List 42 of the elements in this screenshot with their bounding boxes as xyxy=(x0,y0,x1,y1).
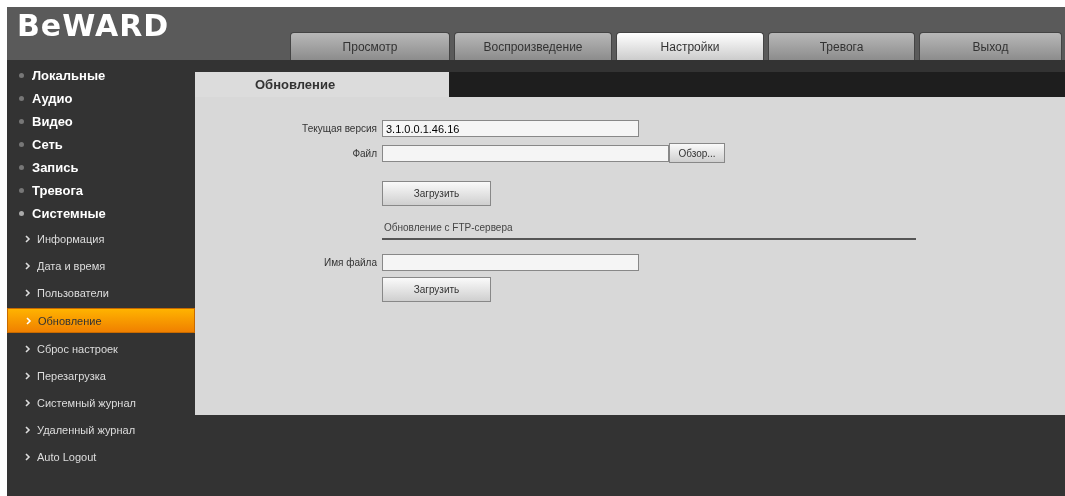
nav-tab[interactable]: Тревога xyxy=(768,32,915,60)
nav-tab[interactable]: Просмотр xyxy=(290,32,450,60)
sidebar-item[interactable]: Запись xyxy=(7,156,195,179)
sidebar-subitem[interactable]: Перезагрузка xyxy=(7,364,195,387)
sidebar-subitem[interactable]: Дата и время xyxy=(7,254,195,277)
sidebar-item[interactable]: Сеть xyxy=(7,133,195,156)
sidebar-item[interactable]: Аудио xyxy=(7,87,195,110)
sidebar-subitem[interactable]: Обновление xyxy=(7,308,195,333)
sidebar-subitem[interactable]: Auto Logout xyxy=(7,445,195,468)
field-label: Текущая версия xyxy=(301,123,378,134)
sidebar-item[interactable]: Видео xyxy=(7,110,195,133)
page-tab[interactable]: Обновление xyxy=(195,72,449,97)
brand-logo: BeWARD xyxy=(17,8,171,43)
upload-button[interactable]: Загрузить xyxy=(382,277,491,302)
file-name-field[interactable] xyxy=(382,254,639,271)
chevron-icon xyxy=(25,425,31,434)
chevron-icon xyxy=(26,316,32,325)
sidebar-subitem[interactable]: Системный журнал xyxy=(7,391,195,414)
field-label: Файл xyxy=(351,147,378,159)
chevron-icon xyxy=(25,452,31,461)
chevron-icon xyxy=(25,398,31,407)
browse-button[interactable]: Обзор... xyxy=(669,143,725,163)
nav-tab[interactable]: Выход xyxy=(919,32,1062,60)
sidebar-subitem[interactable]: Удаленный журнал xyxy=(7,418,195,441)
upload-button[interactable]: Загрузить xyxy=(382,181,491,206)
version-field[interactable]: 3.1.0.0.1.46.16 xyxy=(382,120,639,137)
field-label: Имя файла xyxy=(322,257,378,268)
sidebar-subitem[interactable]: Информация xyxy=(7,227,195,250)
nav-tab[interactable]: Настройки xyxy=(616,32,764,60)
chevron-icon xyxy=(25,261,31,270)
chevron-icon xyxy=(25,288,31,297)
sidebar-item[interactable]: Системные xyxy=(7,202,195,225)
sidebar-item[interactable]: Локальные xyxy=(7,64,195,87)
chevron-icon xyxy=(25,234,31,243)
chevron-icon xyxy=(25,344,31,353)
sidebar-subitem[interactable]: Сброс настроек xyxy=(7,337,195,360)
file-field[interactable] xyxy=(382,144,669,162)
section-title: Обновление с FTP-сервера xyxy=(382,212,916,240)
nav-tab[interactable]: Воспроизведение xyxy=(454,32,612,60)
sidebar-subitem[interactable]: Пользователи xyxy=(7,281,195,304)
chevron-icon xyxy=(25,371,31,380)
sidebar-item[interactable]: Тревога xyxy=(7,179,195,202)
